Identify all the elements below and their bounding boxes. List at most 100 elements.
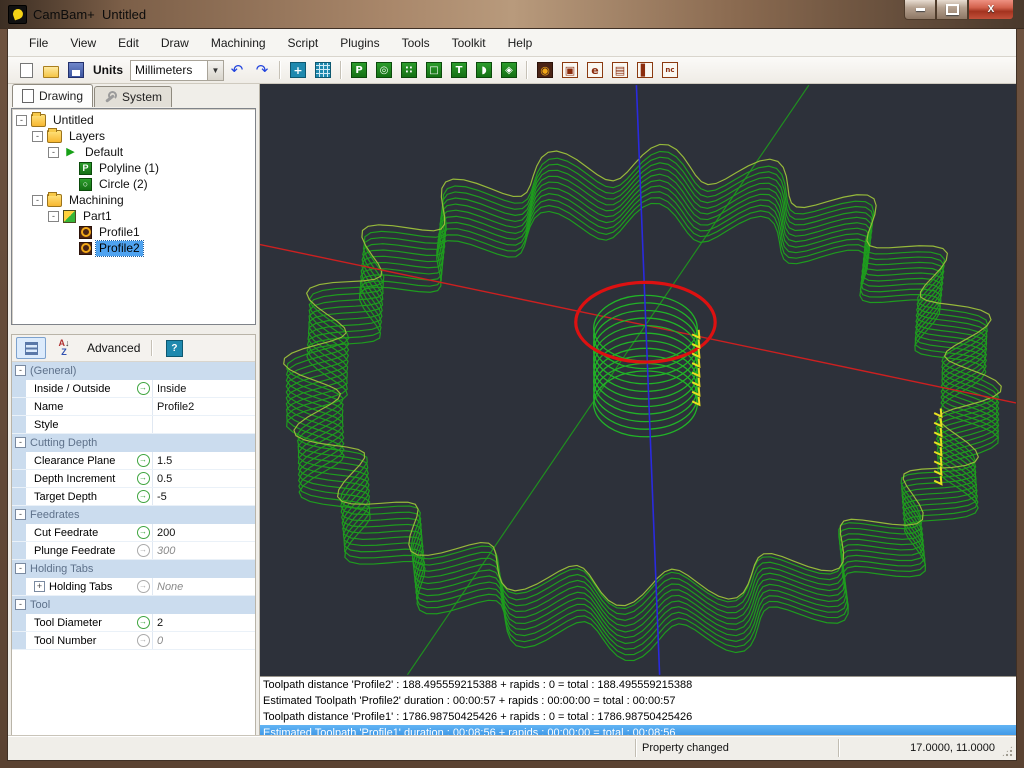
drawing-tree[interactable]: - Untitled - Layers - ▶ Default P Polyli… [11,108,256,325]
tree-item-machining[interactable]: - Machining [12,191,255,208]
property-value[interactable]: 200 [152,524,255,541]
produce-gcode-button[interactable]: nc [658,58,682,82]
tree-item-circle-2-[interactable]: ○ Circle (2) [12,176,255,192]
message-line[interactable]: Estimated Toolpath 'Profile2' duration :… [260,693,1016,709]
toggle-grid-button[interactable] [311,58,335,82]
property-category[interactable]: - Tool [12,596,255,614]
property-row-tool-diameter[interactable]: Tool Diameter → 2 [12,614,255,632]
tree-expand-toggle[interactable]: - [32,130,43,142]
property-value[interactable] [152,416,255,433]
title-bar[interactable]: CamBam+ Untitled X [0,0,1024,29]
tab-system[interactable]: System [94,86,173,107]
tab-drawing[interactable]: Drawing [12,84,94,107]
property-category[interactable]: - Feedrates [12,506,255,524]
tree-expand-toggle[interactable]: - [48,210,59,222]
tree-expand-toggle[interactable]: - [48,146,59,158]
property-value[interactable]: Profile2 [152,398,255,415]
property-value[interactable]: 1.5 [152,452,255,469]
collapse-icon[interactable]: - [15,437,26,448]
expand-icon[interactable]: + [34,581,45,592]
menu-view[interactable]: View [59,32,107,54]
minimize-button[interactable] [904,0,936,20]
property-row-style[interactable]: Style [12,416,255,434]
menu-file[interactable]: File [18,32,59,54]
draw-rectangle-button[interactable]: □ [422,58,446,82]
menu-draw[interactable]: Draw [150,32,200,54]
toggle-axes-button[interactable]: + [286,58,310,82]
alphabetical-sort-button[interactable]: A↓ Z [49,337,79,359]
property-value[interactable]: -5 [152,488,255,505]
property-value[interactable]: 0 [152,632,255,649]
property-row-inside-outside[interactable]: Inside / Outside → Inside [12,380,255,398]
menu-machining[interactable]: Machining [200,32,277,54]
property-category[interactable]: - Holding Tabs [12,560,255,578]
viewport-canvas[interactable] [260,84,1016,676]
menu-plugins[interactable]: Plugins [329,32,390,54]
menu-edit[interactable]: Edit [107,32,150,54]
property-row-plunge-feedrate[interactable]: Plunge Feedrate → 300 [12,542,255,560]
draw-points-button[interactable]: ∷ [397,58,421,82]
property-category[interactable]: - Cutting Depth [12,434,255,452]
property-row-clearance-plane[interactable]: Clearance Plane → 1.5 [12,452,255,470]
property-row-depth-increment[interactable]: Depth Increment → 0.5 [12,470,255,488]
message-line[interactable]: Toolpath distance 'Profile2' : 188.49555… [260,677,1016,693]
property-value[interactable]: 300 [152,542,255,559]
menu-tools[interactable]: Tools [391,32,441,54]
pocket-mop-button[interactable]: ▣ [558,58,582,82]
advanced-button[interactable]: Advanced [82,337,145,359]
tree-item-layers[interactable]: - Layers [12,127,255,144]
resize-grip[interactable] [1001,744,1014,758]
menu-script[interactable]: Script [277,32,330,54]
tree-item-polyline-1-[interactable]: P Polyline (1) [12,160,255,176]
maximize-button[interactable] [936,0,968,20]
draw-surface-button[interactable]: ◈ [497,58,521,82]
draw-circle-button[interactable]: ◎ [372,58,396,82]
draw-text-button[interactable]: T [447,58,471,82]
toolbar-separator [151,340,154,356]
tree-expand-toggle[interactable]: - [32,194,43,206]
combo-dropdown-icon[interactable]: ▼ [207,60,223,80]
tree-item-default[interactable]: - ▶ Default [12,144,255,160]
viewport-3d[interactable] [260,84,1016,676]
help-button[interactable]: ? [159,337,189,359]
redo-button[interactable]: ↷ [250,58,274,82]
profile-mop-button[interactable]: ◉ [533,58,557,82]
units-combobox[interactable]: Millimeters ▼ [130,59,224,81]
collapse-icon[interactable]: - [15,599,26,610]
message-list[interactable]: Toolpath distance 'Profile2' : 188.49555… [260,676,1016,735]
property-value[interactable]: 2 [152,614,255,631]
engrave-mop-button[interactable]: e [583,58,607,82]
menu-help[interactable]: Help [497,32,544,54]
message-line[interactable]: Estimated Toolpath 'Profile1' duration :… [260,725,1016,735]
menu-toolkit[interactable]: Toolkit [441,32,497,54]
close-button[interactable]: X [968,0,1014,20]
categorized-view-button[interactable] [16,337,46,359]
drill-mop-button[interactable]: ▤ [608,58,632,82]
property-row-cut-feedrate[interactable]: Cut Feedrate → 200 [12,524,255,542]
property-value[interactable]: Inside [152,380,255,397]
save-file-button[interactable] [64,58,88,82]
open-file-button[interactable] [39,58,63,82]
property-row-name[interactable]: Name Profile2 [12,398,255,416]
collapse-icon[interactable]: - [15,365,26,376]
property-value[interactable]: 0.5 [152,470,255,487]
tree-item-profile1[interactable]: Profile1 [12,224,255,240]
draw-polyline-button[interactable]: P [347,58,371,82]
tree-item-untitled[interactable]: - Untitled [12,111,255,128]
property-row-holding-tabs[interactable]: + Holding Tabs → None [12,578,255,596]
property-value[interactable]: None [152,578,255,595]
collapse-icon[interactable]: - [15,509,26,520]
property-category[interactable]: - (General) [12,362,255,380]
collapse-icon[interactable]: - [15,563,26,574]
new-document-button[interactable] [14,58,38,82]
property-row-target-depth[interactable]: Target Depth → -5 [12,488,255,506]
tree-expand-toggle[interactable]: - [16,114,27,126]
tree-item-profile2[interactable]: Profile2 [12,239,255,257]
draw-arc-button[interactable]: ◗ [472,58,496,82]
property-row-tool-number[interactable]: Tool Number → 0 [12,632,255,650]
message-line[interactable]: Toolpath distance 'Profile1' : 1786.9875… [260,709,1016,725]
toolbar-separator [279,61,281,79]
profile3d-mop-button[interactable]: ▌ [633,58,657,82]
undo-button[interactable]: ↶ [225,58,249,82]
tree-item-part1[interactable]: - Part1 [12,208,255,224]
